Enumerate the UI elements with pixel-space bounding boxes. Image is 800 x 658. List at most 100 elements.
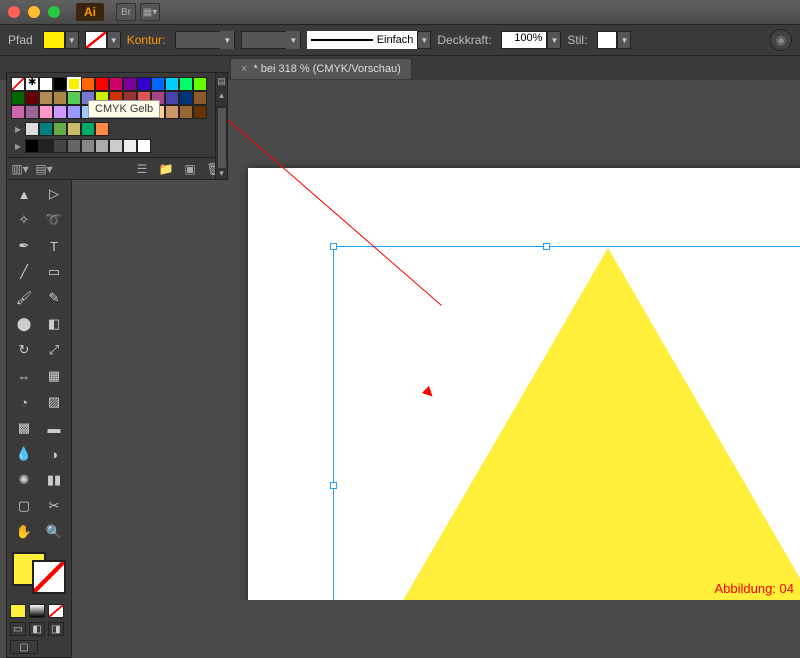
swatches-scrollbar[interactable]: [217, 106, 227, 163]
column-graph-tool[interactable]: ▮▮: [40, 468, 68, 492]
swatch[interactable]: [137, 139, 151, 153]
swatch[interactable]: [25, 139, 39, 153]
swatch[interactable]: [95, 139, 109, 153]
swatch[interactable]: [123, 77, 137, 91]
eraser-tool[interactable]: ◧: [40, 312, 68, 336]
screen-mode-button[interactable]: ▢: [10, 640, 38, 654]
document-tab[interactable]: × * bei 318 % (CMYK/Vorschau): [230, 58, 412, 79]
swatch[interactable]: [25, 122, 39, 136]
perspective-grid-tool[interactable]: ▨: [40, 390, 68, 414]
swatch[interactable]: [123, 139, 137, 153]
swatch[interactable]: [95, 122, 109, 136]
swatch[interactable]: [81, 77, 95, 91]
swatch[interactable]: [25, 91, 39, 105]
swatch-libraries-menu[interactable]: ▥▾: [11, 161, 29, 177]
swatch[interactable]: [81, 139, 95, 153]
swatch[interactable]: [109, 77, 123, 91]
width-tool[interactable]: ⇔: [10, 364, 38, 388]
lasso-tool[interactable]: ➰: [40, 208, 68, 232]
new-color-group-button[interactable]: 📁: [157, 161, 175, 177]
scroll-up-icon[interactable]: ▴: [219, 90, 224, 101]
none-mode-button[interactable]: [48, 604, 64, 618]
swatch[interactable]: [165, 91, 179, 105]
stroke-width-select[interactable]: ▼: [241, 31, 301, 49]
graphic-style-dropdown[interactable]: ▼: [617, 31, 631, 49]
direct-selection-tool[interactable]: ▷: [40, 182, 68, 206]
swatch[interactable]: [179, 91, 193, 105]
slice-tool[interactable]: ✂: [40, 494, 68, 518]
selection-handle[interactable]: [330, 482, 337, 489]
swatch[interactable]: [109, 139, 123, 153]
swatch[interactable]: [11, 91, 25, 105]
arrange-docs-button[interactable]: ▦▾: [140, 3, 160, 21]
swatch[interactable]: [193, 91, 207, 105]
symbol-sprayer-tool[interactable]: ✺: [10, 468, 38, 492]
fill-dropdown[interactable]: ▼: [65, 31, 79, 49]
swatch[interactable]: [67, 77, 81, 91]
recolor-artwork-button[interactable]: ◉: [770, 29, 792, 51]
paintbrush-tool[interactable]: 🖌: [10, 286, 38, 310]
selection-handle[interactable]: [330, 243, 337, 250]
swatch[interactable]: [81, 122, 95, 136]
swatch[interactable]: [53, 77, 67, 91]
line-segment-tool[interactable]: ╱: [10, 260, 38, 284]
fill-swatch[interactable]: [43, 31, 65, 49]
swatch[interactable]: [67, 105, 81, 119]
swatch[interactable]: [193, 77, 207, 91]
opacity-dropdown[interactable]: ▼: [547, 31, 561, 49]
hand-tool[interactable]: ✋: [10, 520, 38, 544]
swatch[interactable]: [11, 105, 25, 119]
graphic-style-swatch[interactable]: [597, 31, 617, 49]
folder-icon[interactable]: ▸: [11, 122, 25, 136]
swatch[interactable]: [165, 105, 179, 119]
fill-stroke-colorwell[interactable]: [10, 550, 68, 596]
swatch[interactable]: [39, 139, 53, 153]
stroke-weight-select[interactable]: ▼: [175, 31, 235, 49]
draw-inside-button[interactable]: ◨: [48, 622, 64, 636]
show-swatch-kinds-menu[interactable]: ▤▾: [35, 161, 53, 177]
eyedropper-tool[interactable]: 💧: [10, 442, 38, 466]
shape-builder-tool[interactable]: ◔: [10, 390, 38, 414]
swatch[interactable]: [39, 77, 53, 91]
swatch[interactable]: [53, 91, 67, 105]
swatch[interactable]: [53, 122, 67, 136]
draw-behind-button[interactable]: ◧: [29, 622, 45, 636]
rotate-tool[interactable]: ↻: [10, 338, 38, 362]
swatch[interactable]: [137, 77, 151, 91]
blob-brush-tool[interactable]: ⬤: [10, 312, 38, 336]
window-max-dot[interactable]: [48, 6, 60, 18]
swatch[interactable]: [39, 91, 53, 105]
artboard-tool[interactable]: ▢: [10, 494, 38, 518]
rectangle-tool[interactable]: ▭: [40, 260, 68, 284]
swatch[interactable]: [165, 77, 179, 91]
window-min-dot[interactable]: [28, 6, 40, 18]
window-close-dot[interactable]: [8, 6, 20, 18]
swatch[interactable]: [11, 77, 25, 91]
brush-definition-dropdown[interactable]: ▼: [417, 31, 431, 49]
swatch[interactable]: [67, 139, 81, 153]
scroll-down-icon[interactable]: ▾: [219, 168, 224, 179]
mesh-tool[interactable]: ▩: [10, 416, 38, 440]
panel-menu-icon[interactable]: ▤: [217, 76, 226, 87]
pencil-tool[interactable]: ✎: [40, 286, 68, 310]
swatch[interactable]: [67, 122, 81, 136]
document-tab-close[interactable]: ×: [241, 63, 247, 75]
swatch[interactable]: [53, 105, 67, 119]
brush-definition-select[interactable]: Einfach: [307, 31, 417, 49]
swatch[interactable]: [193, 105, 207, 119]
gradient-tool[interactable]: ▬: [40, 416, 68, 440]
gradient-mode-button[interactable]: [29, 604, 45, 618]
selection-handle[interactable]: [543, 243, 550, 250]
swatch[interactable]: [179, 105, 193, 119]
folder-icon[interactable]: ▸: [11, 139, 25, 153]
stroke-colorwell[interactable]: [32, 560, 66, 594]
blend-tool[interactable]: ◑: [40, 442, 68, 466]
swatch[interactable]: [25, 77, 39, 91]
pen-tool[interactable]: ✒: [10, 234, 38, 258]
swatch-options-button[interactable]: ☰: [133, 161, 151, 177]
draw-normal-button[interactable]: ▭: [10, 622, 26, 636]
selection-tool[interactable]: ▲: [10, 182, 38, 206]
swatch[interactable]: [39, 105, 53, 119]
magic-wand-tool[interactable]: ✧: [10, 208, 38, 232]
type-tool[interactable]: T: [40, 234, 68, 258]
